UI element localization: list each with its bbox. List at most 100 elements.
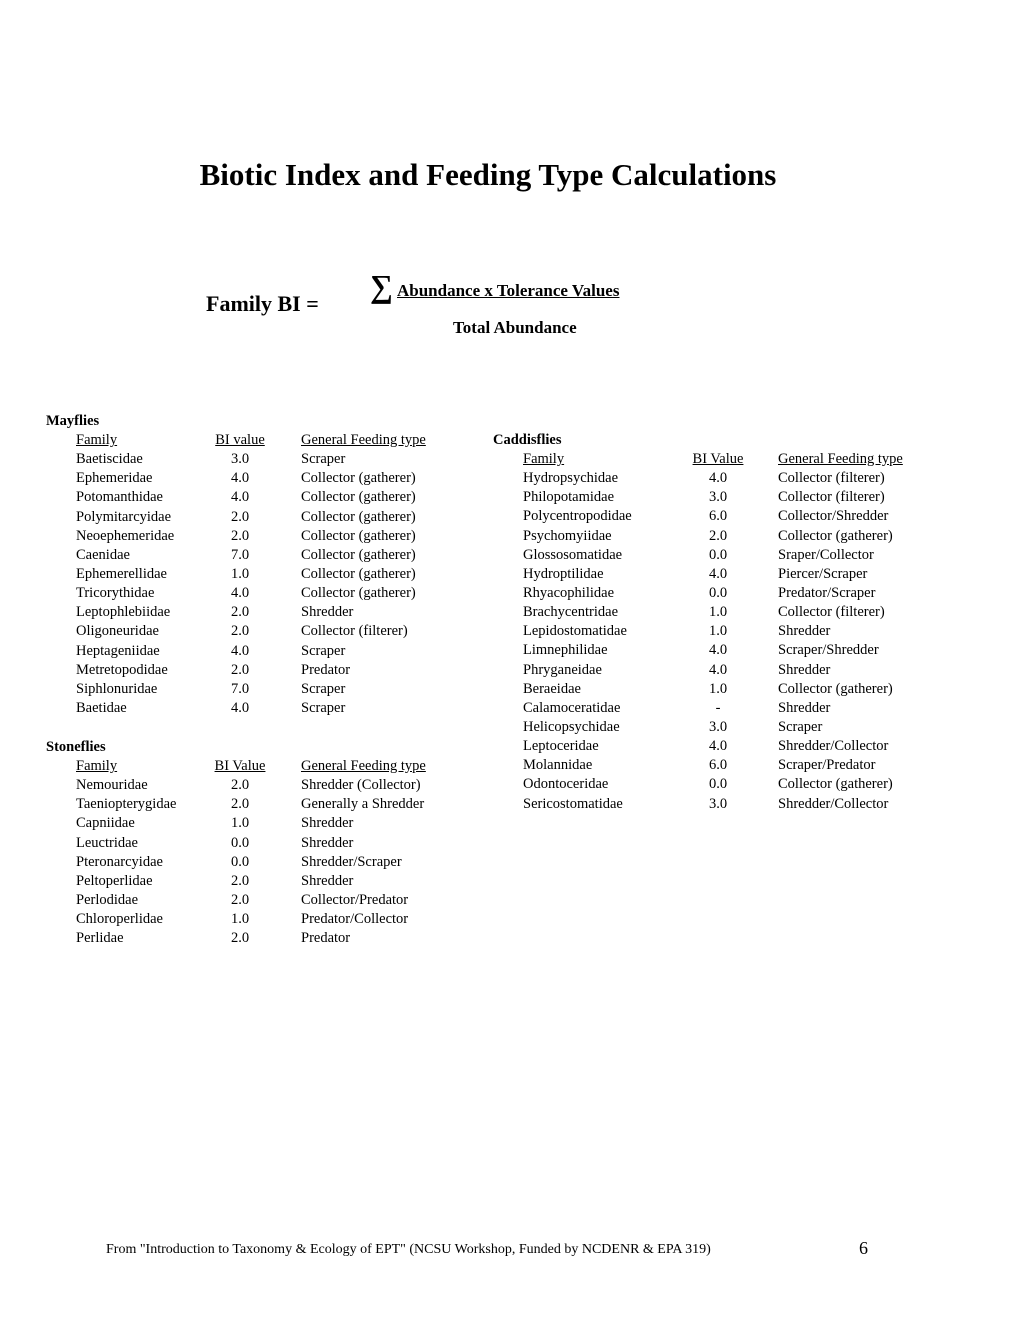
cell-family: Beraeidae xyxy=(523,680,581,697)
cell-feeding-type: Shredder xyxy=(301,815,354,832)
cell-family: Glossosomatidae xyxy=(523,546,623,563)
cell-feeding-type: Collector (gatherer) xyxy=(301,585,416,602)
cell-family: Hydroptilidae xyxy=(523,565,604,582)
cell-feeding-type: Generally a Shredder xyxy=(301,796,425,813)
cell-feeding-type: Scraper/Shredder xyxy=(778,642,879,659)
cell-feeding-type: Collector (gatherer) xyxy=(778,527,893,544)
column-header-feeding-type: General Feeding type xyxy=(301,758,426,774)
mayflies-heading: Mayflies xyxy=(46,413,100,429)
cell-feeding-type: Collector (gatherer) xyxy=(301,527,416,544)
cell-bi-value: 4.0 xyxy=(230,585,250,602)
cell-family: Tricorythidae xyxy=(76,585,155,602)
cell-family: Perlodidae xyxy=(76,891,139,908)
cell-feeding-type: Collector/Predator xyxy=(301,891,409,908)
cell-bi-value: 1.0 xyxy=(230,565,250,582)
cell-family: Baetidae xyxy=(76,699,127,716)
cell-family: Ephemeridae xyxy=(76,470,153,487)
cell-family: Leuctridae xyxy=(76,834,138,851)
cell-family: Polymitarcyidae xyxy=(76,508,172,525)
cell-bi-value: 2.0 xyxy=(230,930,250,947)
cell-feeding-type: Shredder xyxy=(778,699,831,716)
cell-family: Helicopsychidae xyxy=(523,718,620,735)
cell-bi-value: 4.0 xyxy=(230,470,250,487)
cell-feeding-type: Collector (gatherer) xyxy=(301,489,416,506)
column-header-family: Family xyxy=(523,451,565,467)
cell-family: Taeniopterygidae xyxy=(76,796,177,813)
cell-bi-value: 2.0 xyxy=(230,796,250,813)
cell-feeding-type: Collector (gatherer) xyxy=(301,546,416,563)
cell-bi-value: 0.0 xyxy=(230,853,250,870)
cell-feeding-type: Scraper xyxy=(778,718,823,735)
cell-bi-value: 1.0 xyxy=(230,815,250,832)
cell-family: Oligoneuridae xyxy=(76,623,159,640)
cell-family: Limnephilidae xyxy=(523,642,608,659)
cell-bi-value: 2.0 xyxy=(230,508,250,525)
cell-bi-value: 1.0 xyxy=(230,911,250,928)
column-header-feeding-type: General Feeding type xyxy=(301,432,426,448)
cell-bi-value: 0.0 xyxy=(708,546,728,563)
cell-feeding-type: Scraper xyxy=(301,642,346,659)
cell-feeding-type: Shredder/Collector xyxy=(778,738,889,755)
cell-feeding-type: Shredder/Scraper xyxy=(301,853,402,870)
formula-label: Family BI = xyxy=(206,291,319,316)
column-header-bi-value: BI value xyxy=(215,432,265,448)
page-title: Biotic Index and Feeding Type Calculatio… xyxy=(199,157,777,192)
cell-bi-value: 0.0 xyxy=(230,834,250,851)
cell-feeding-type: Scraper xyxy=(301,699,346,716)
column-header-family: Family xyxy=(76,432,118,448)
column-header-bi-value: BI Value xyxy=(692,451,744,467)
cell-bi-value: 0.0 xyxy=(708,776,728,793)
cell-bi-value: 7.0 xyxy=(230,680,250,697)
cell-feeding-type: Piercer/Scraper xyxy=(778,565,868,582)
cell-bi-value: 2.0 xyxy=(230,661,250,678)
cell-bi-value: 6.0 xyxy=(708,757,728,774)
cell-family: Philopotamidae xyxy=(523,489,615,506)
cell-family: Potomanthidae xyxy=(76,489,163,506)
cell-bi-value: 2.0 xyxy=(230,872,250,889)
cell-family: Rhyacophilidae xyxy=(523,584,615,601)
cell-family: Odontoceridae xyxy=(523,776,609,793)
cell-family: Brachycentridae xyxy=(523,604,619,621)
cell-family: Lepidostomatidae xyxy=(523,623,627,640)
cell-bi-value: 4.0 xyxy=(708,738,728,755)
cell-feeding-type: Predator xyxy=(301,661,351,678)
cell-feeding-type: Sraper/Collector xyxy=(778,546,874,563)
cell-family: Chloroperlidae xyxy=(76,911,163,928)
cell-family: Neoephemeridae xyxy=(76,527,175,544)
cell-family: Leptophlebiidae xyxy=(76,604,171,621)
cell-feeding-type: Collector (gatherer) xyxy=(778,680,893,697)
cell-bi-value: 2.0 xyxy=(230,527,250,544)
cell-family: Calamoceratidae xyxy=(523,699,621,716)
cell-feeding-type: Shredder xyxy=(301,872,354,889)
cell-feeding-type: Collector (gatherer) xyxy=(301,470,416,487)
cell-bi-value: 2.0 xyxy=(230,604,250,621)
cell-family: Phryganeidae xyxy=(523,661,602,678)
formula-denominator: Total Abundance xyxy=(453,318,577,337)
cell-family: Pteronarcyidae xyxy=(76,853,163,870)
sigma-icon: ∑ xyxy=(370,268,393,304)
cell-feeding-type: Predator/Collector xyxy=(301,911,409,928)
cell-family: Caenidae xyxy=(76,546,130,563)
cell-feeding-type: Collector (filterer) xyxy=(301,623,408,640)
cell-family: Metretopodidae xyxy=(76,661,168,678)
cell-bi-value: 2.0 xyxy=(230,891,250,908)
cell-family: Leptoceridae xyxy=(523,738,599,755)
cell-feeding-type: Predator xyxy=(301,930,351,947)
cell-bi-value: 6.0 xyxy=(708,508,728,525)
cell-family: Baetiscidae xyxy=(76,451,143,468)
cell-bi-value: 2.0 xyxy=(708,527,728,544)
cell-bi-value: 0.0 xyxy=(708,584,728,601)
page-number: 6 xyxy=(859,1238,868,1258)
cell-family: Siphlonuridae xyxy=(76,680,158,697)
cell-feeding-type: Scraper xyxy=(301,451,346,468)
cell-bi-value: 7.0 xyxy=(230,546,250,563)
cell-family: Molannidae xyxy=(523,757,593,774)
cell-bi-value: 4.0 xyxy=(708,470,728,487)
cell-bi-value: 4.0 xyxy=(230,489,250,506)
cell-feeding-type: Collector (filterer) xyxy=(778,489,885,506)
cell-bi-value: - xyxy=(715,699,721,716)
cell-family: Polycentropodidae xyxy=(523,508,632,525)
cell-feeding-type: Collector (gatherer) xyxy=(778,776,893,793)
cell-bi-value: 1.0 xyxy=(708,604,728,621)
footer-citation: From "Introduction to Taxonomy & Ecology… xyxy=(106,1242,711,1257)
